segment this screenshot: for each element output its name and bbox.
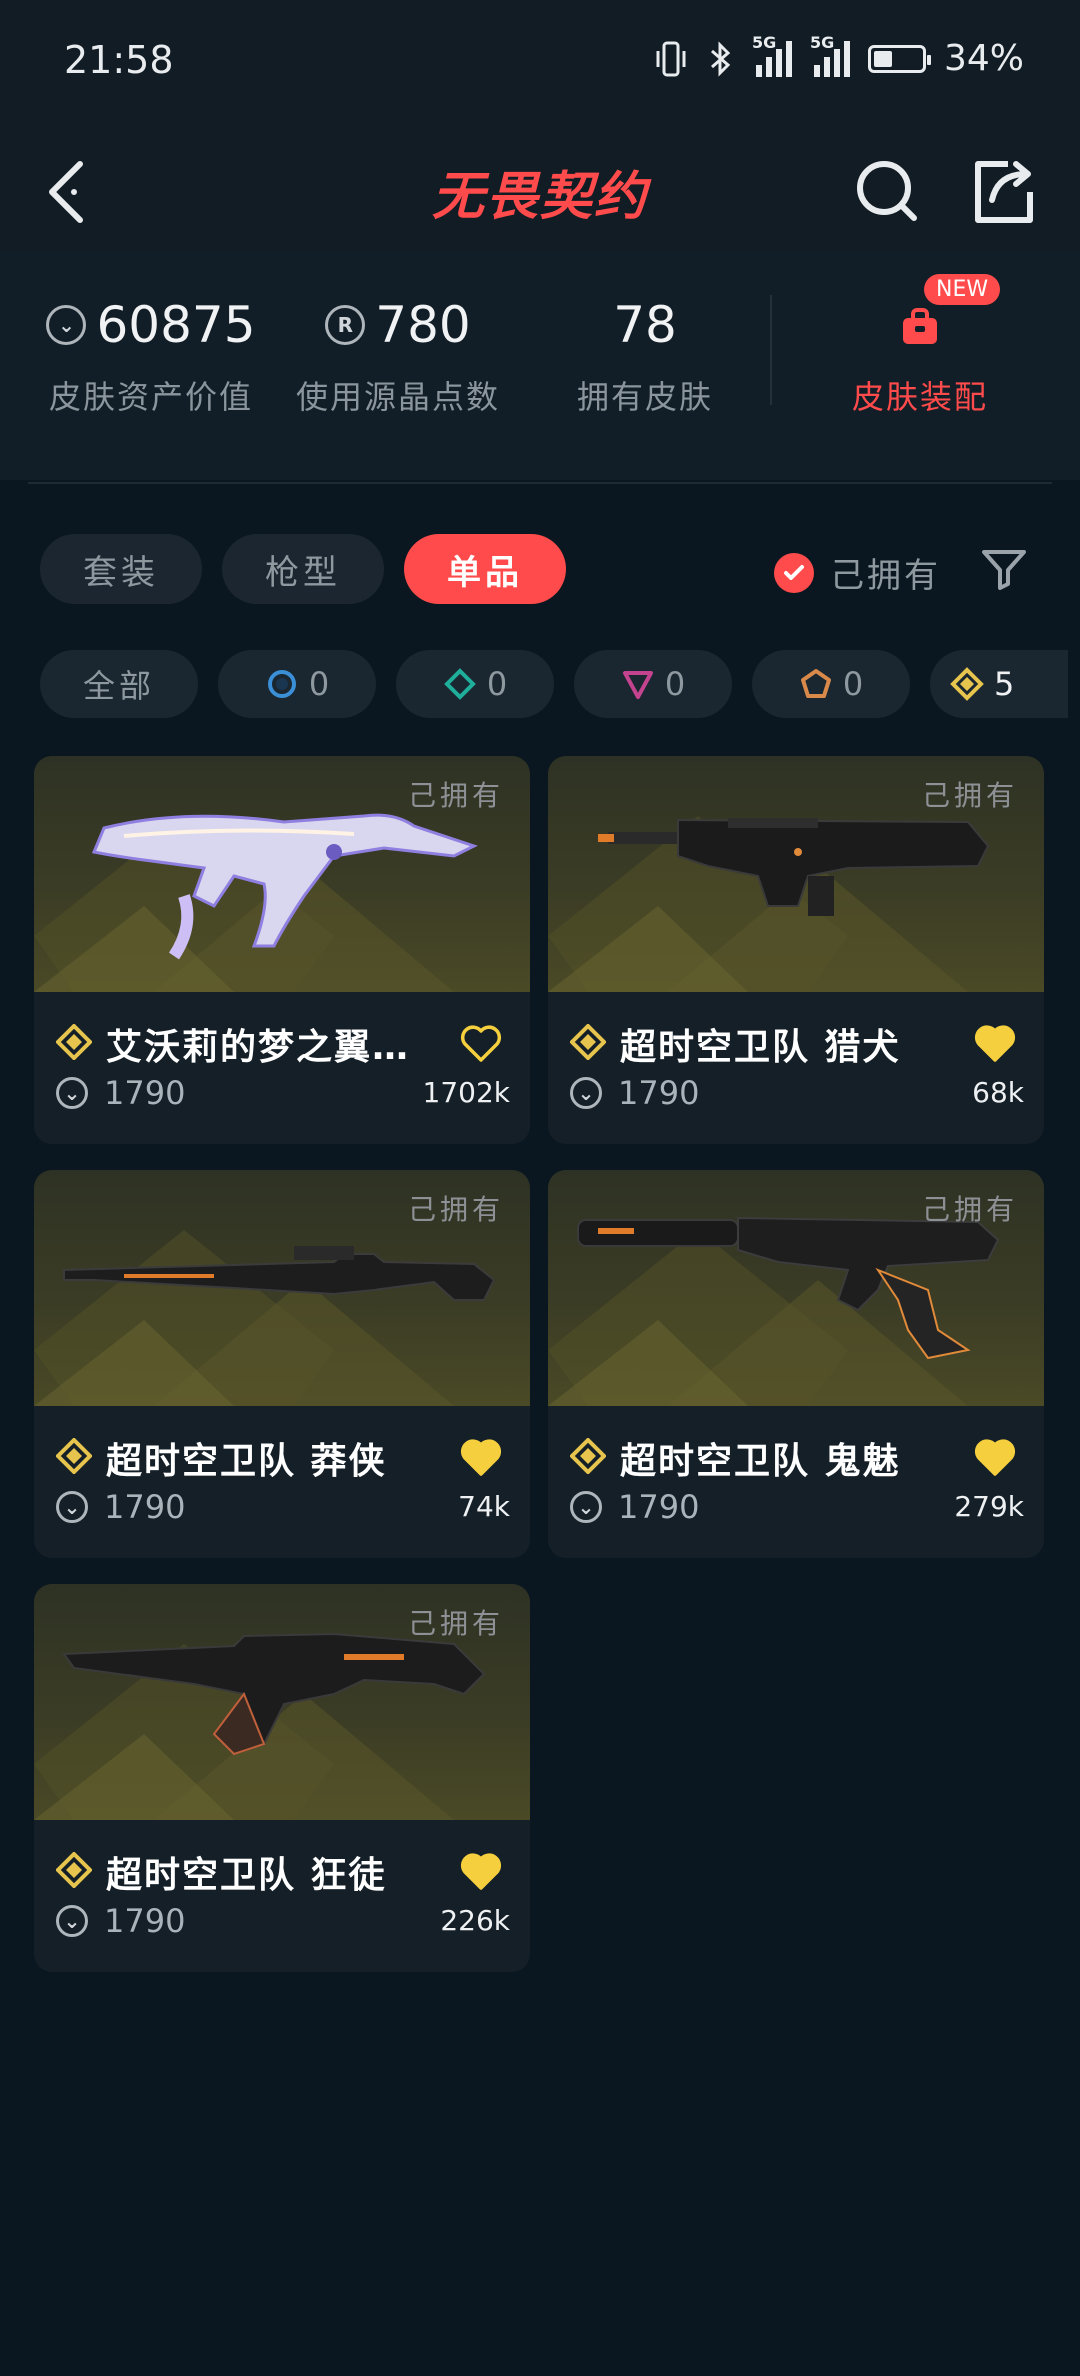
- owned-filter-toggle[interactable]: 己拥有: [774, 548, 941, 597]
- bluetooth-icon: [710, 40, 731, 77]
- skin-price: ⌄ 1790: [570, 1074, 699, 1112]
- skin-name: 艾沃莉的梦之翼…: [106, 1027, 411, 1068]
- vp-coin-icon: ⌄: [570, 1077, 602, 1109]
- skin-image: 己拥有: [548, 756, 1044, 992]
- skin-card-1[interactable]: 己拥有 艾沃莉的梦之翼… 1702k ⌄ 1790: [34, 756, 530, 1144]
- skin-name: 超时空卫队 莽侠: [106, 1441, 387, 1482]
- skin-name: 超时空卫队 猎犬: [620, 1027, 901, 1068]
- filter-icon[interactable]: [976, 540, 1032, 596]
- stat-owned-skins: 78 拥有皮肤: [576, 296, 713, 416]
- owned-tag: 己拥有: [407, 1193, 504, 1226]
- stat-radianite: R 780 使用源晶点数: [295, 296, 500, 416]
- like-count: 74k: [458, 1490, 510, 1523]
- skin-card-3[interactable]: 己拥有 超时空卫队 莽侠 74k ⌄ 1790: [34, 1170, 530, 1558]
- divider: [28, 482, 1052, 484]
- select-tier-icon: [267, 670, 296, 698]
- vp-coin-icon: ⌄: [56, 1077, 88, 1109]
- skin-image: 己拥有: [34, 1170, 530, 1406]
- vibrate-icon: [656, 41, 686, 76]
- chip-exclusive-tier[interactable]: 0: [752, 650, 910, 718]
- skin-price: ⌄ 1790: [56, 1488, 185, 1526]
- battery-icon: [867, 44, 931, 73]
- skin-price: ⌄ 1790: [570, 1488, 699, 1526]
- tab-bundle[interactable]: 套装: [40, 534, 202, 604]
- skin-image: 己拥有: [548, 1170, 1044, 1406]
- stats-panel: ⌄ 60875 皮肤资产价值 R 780 使用源晶点数 78 拥有皮肤 NEW 皮肤…: [0, 250, 1080, 480]
- skin-name: 超时空卫队 鬼魅: [620, 1441, 901, 1482]
- heart-icon[interactable]: [460, 1438, 502, 1476]
- search-icon[interactable]: [846, 150, 926, 230]
- premium-tier-icon: [622, 671, 653, 699]
- skin-card-5[interactable]: 己拥有 超时空卫队 狂徒 226k ⌄ 1790: [34, 1584, 530, 1972]
- tab-single-item[interactable]: 单品: [404, 534, 566, 604]
- skin-equip-button[interactable]: NEW 皮肤装配: [820, 274, 1020, 418]
- ultra-tier-icon: [56, 1024, 92, 1060]
- skin-image: 己拥有: [34, 1584, 530, 1820]
- heart-icon[interactable]: [974, 1438, 1016, 1476]
- vp-coin-icon: ⌄: [56, 1491, 88, 1523]
- chip-ultra-tier[interactable]: 5: [930, 650, 1068, 718]
- deluxe-tier-icon: [443, 668, 476, 700]
- app-header: 无畏契约: [0, 130, 1080, 250]
- heart-icon[interactable]: [974, 1024, 1016, 1062]
- ultra-tier-icon: [56, 1438, 92, 1474]
- category-tabs: 套装 枪型 单品: [40, 534, 566, 604]
- status-bar: 21:58 5G 5G 34%: [0, 0, 1080, 130]
- like-count: 1702k: [422, 1076, 510, 1109]
- new-badge: NEW: [924, 274, 1001, 305]
- owned-tag: 己拥有: [921, 779, 1018, 812]
- vp-coin-icon: ⌄: [56, 1905, 88, 1937]
- exclusive-tier-icon: [800, 669, 831, 698]
- vp-coin-icon: ⌄: [46, 305, 87, 345]
- ultra-tier-icon: [570, 1438, 606, 1474]
- like-count: 279k: [954, 1490, 1024, 1523]
- status-time: 21:58: [64, 38, 174, 82]
- battery-percent: 34%: [943, 38, 1024, 79]
- status-icons: 5G 5G 34%: [654, 33, 1024, 79]
- backpack-icon: [903, 308, 937, 344]
- skin-name: 超时空卫队 狂徒: [106, 1855, 387, 1896]
- signal-icon: 5G: [752, 33, 792, 77]
- chip-select-tier[interactable]: 0: [218, 650, 376, 718]
- owned-tag: 己拥有: [407, 1607, 504, 1640]
- skin-price: ⌄ 1790: [56, 1902, 185, 1940]
- checkmark-icon: [774, 552, 814, 593]
- chip-all[interactable]: 全部: [40, 650, 198, 718]
- vp-coin-icon: ⌄: [570, 1491, 602, 1523]
- skin-price: ⌄ 1790: [56, 1074, 185, 1112]
- radianite-icon: R: [325, 305, 366, 345]
- divider: [770, 295, 772, 405]
- heart-icon[interactable]: [460, 1024, 502, 1062]
- chip-deluxe-tier[interactable]: 0: [396, 650, 554, 718]
- rarity-filter-chips: 全部 0 0 0 0 5: [40, 650, 1068, 718]
- tab-weapon-type[interactable]: 枪型: [222, 534, 384, 604]
- like-count: 226k: [440, 1904, 510, 1937]
- ultra-tier-icon: [570, 1024, 606, 1060]
- ultra-tier-icon: [56, 1852, 92, 1888]
- like-count: 68k: [972, 1076, 1024, 1109]
- ultra-tier-icon: [950, 667, 984, 701]
- skin-card-4[interactable]: 己拥有 超时空卫队 鬼魅 279k ⌄ 1790: [548, 1170, 1044, 1558]
- signal-icon: 5G: [810, 33, 850, 77]
- owned-tag: 己拥有: [407, 779, 504, 812]
- skin-card-2[interactable]: 己拥有 超时空卫队 猎犬 68k ⌄ 1790: [548, 756, 1044, 1144]
- share-icon[interactable]: [962, 150, 1042, 230]
- stat-asset-value: ⌄ 60875 皮肤资产价值: [44, 290, 258, 418]
- heart-icon[interactable]: [460, 1852, 502, 1890]
- chip-premium-tier[interactable]: 0: [574, 650, 732, 718]
- owned-tag: 己拥有: [921, 1193, 1018, 1226]
- skin-image: 己拥有: [34, 756, 530, 992]
